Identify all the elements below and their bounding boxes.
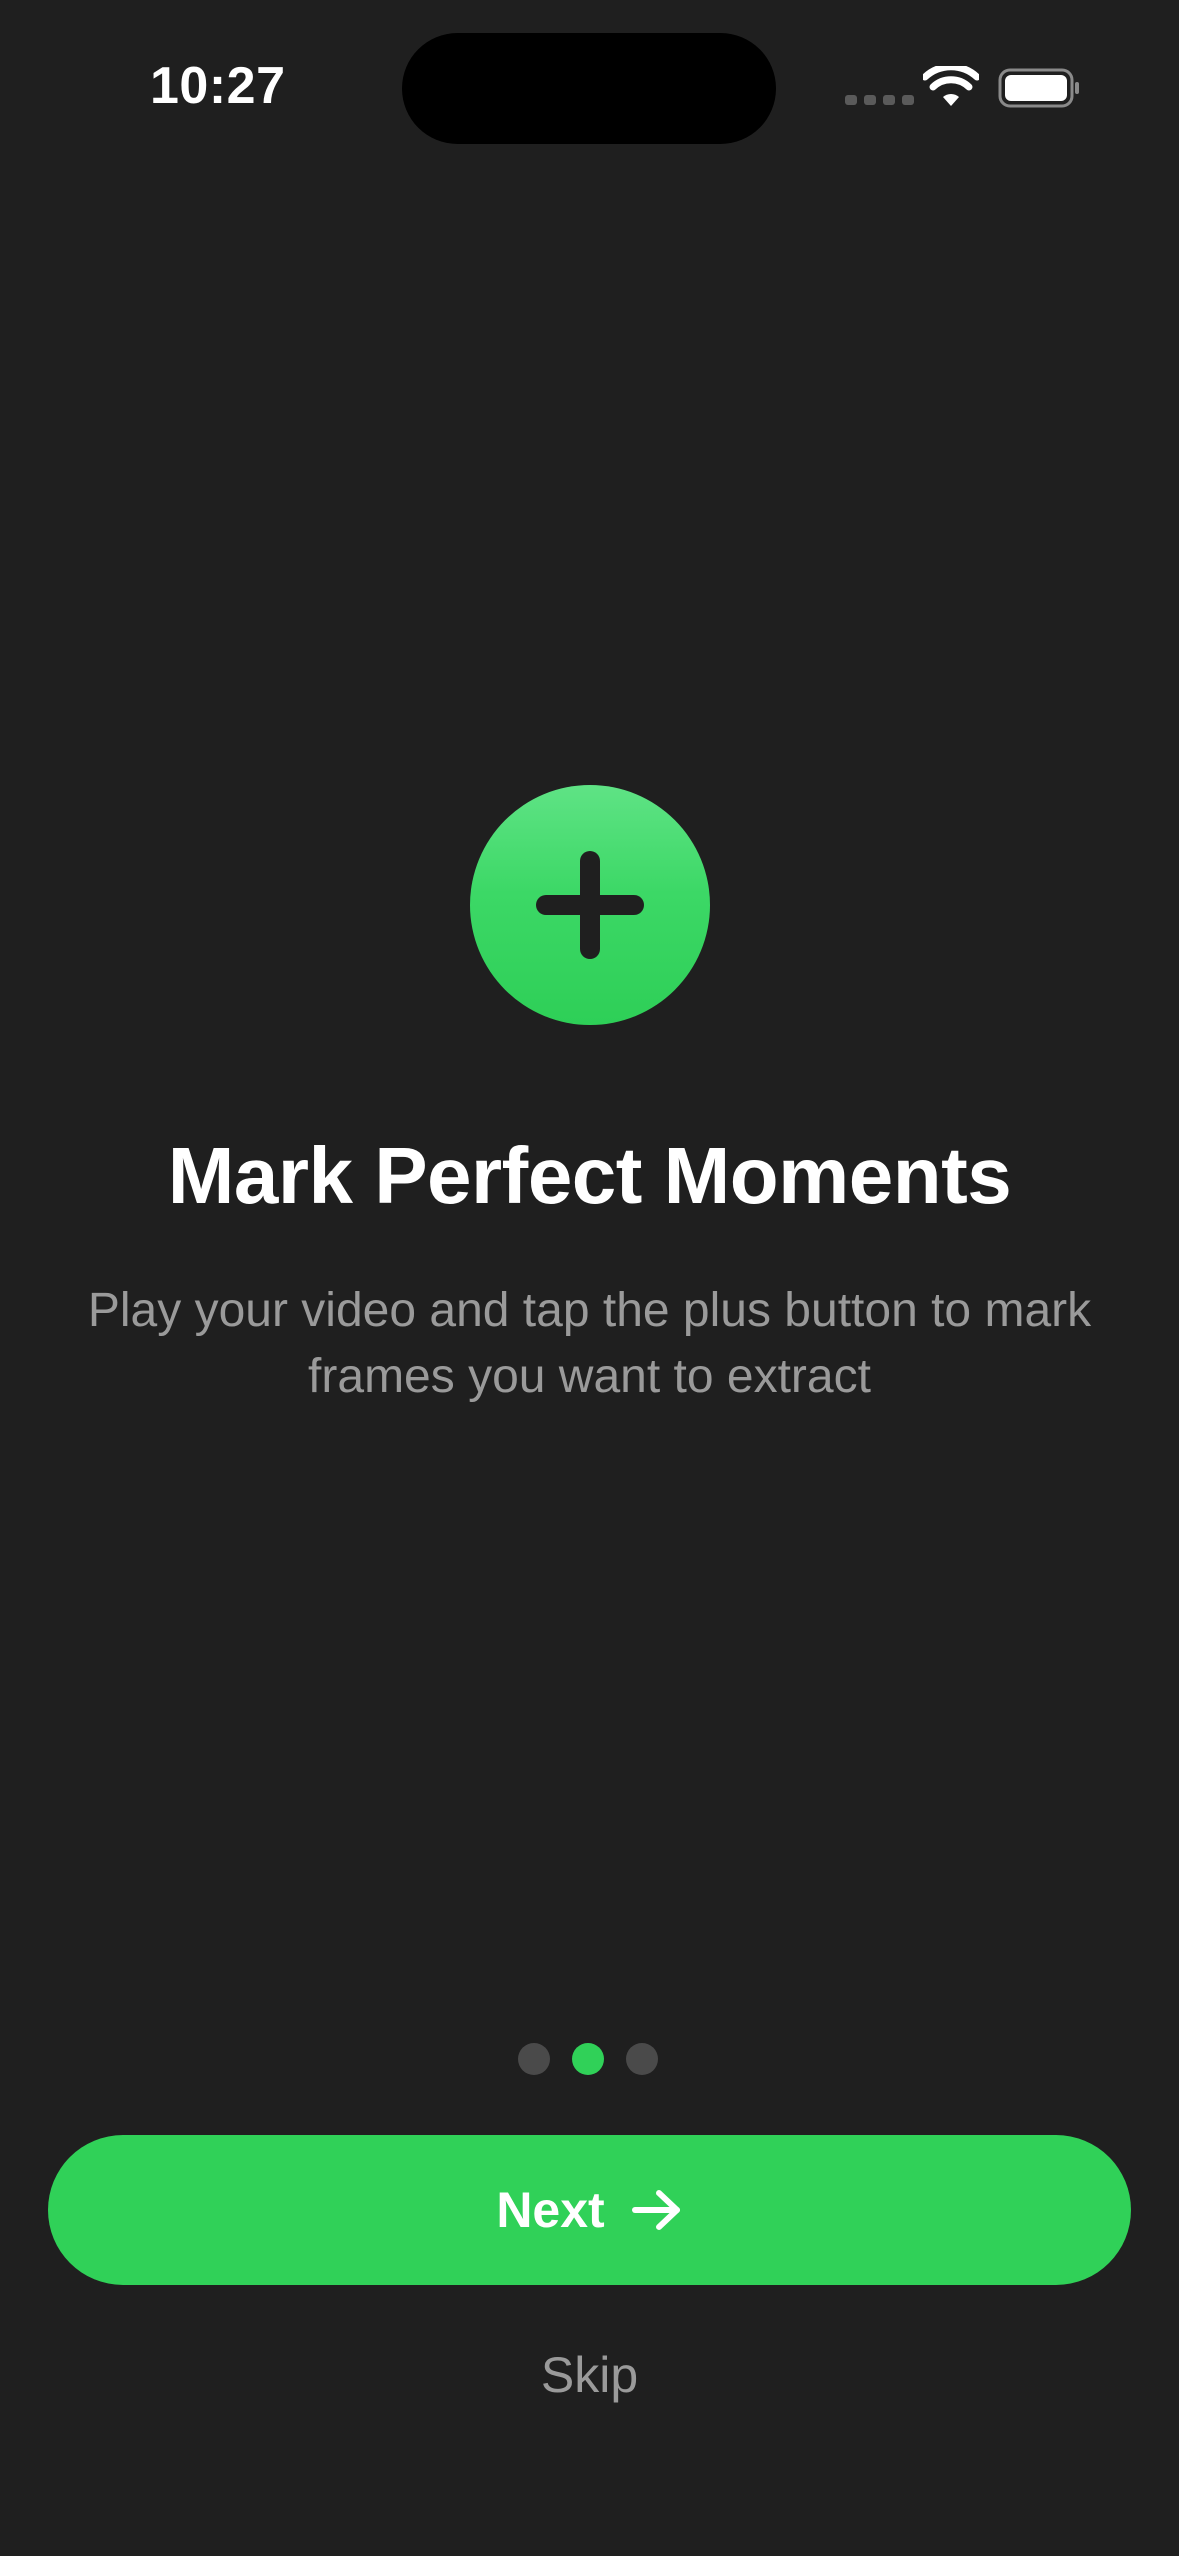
plus-icon bbox=[536, 851, 644, 959]
status-time: 10:27 bbox=[150, 57, 286, 115]
page-dot-3[interactable] bbox=[626, 2043, 658, 2075]
hero-add-badge bbox=[470, 785, 710, 1025]
next-button-label: Next bbox=[496, 2182, 605, 2238]
page-indicator bbox=[518, 2043, 658, 2075]
page-dot-1[interactable] bbox=[518, 2043, 550, 2075]
onboarding-title: Mark Perfect Moments bbox=[167, 1131, 1012, 1220]
page-dot-2-active[interactable] bbox=[572, 2043, 604, 2075]
onboarding-description: Play your video and tap the plus button … bbox=[87, 1284, 1092, 1403]
next-button[interactable]: Next bbox=[48, 2135, 1131, 2285]
cellular-signal-icon bbox=[845, 95, 914, 105]
wifi-icon bbox=[923, 66, 979, 106]
battery-icon bbox=[998, 68, 1079, 108]
dynamic-island bbox=[402, 33, 776, 144]
skip-button[interactable]: Skip bbox=[0, 2346, 1179, 2404]
arrow-right-icon bbox=[631, 2190, 680, 2230]
